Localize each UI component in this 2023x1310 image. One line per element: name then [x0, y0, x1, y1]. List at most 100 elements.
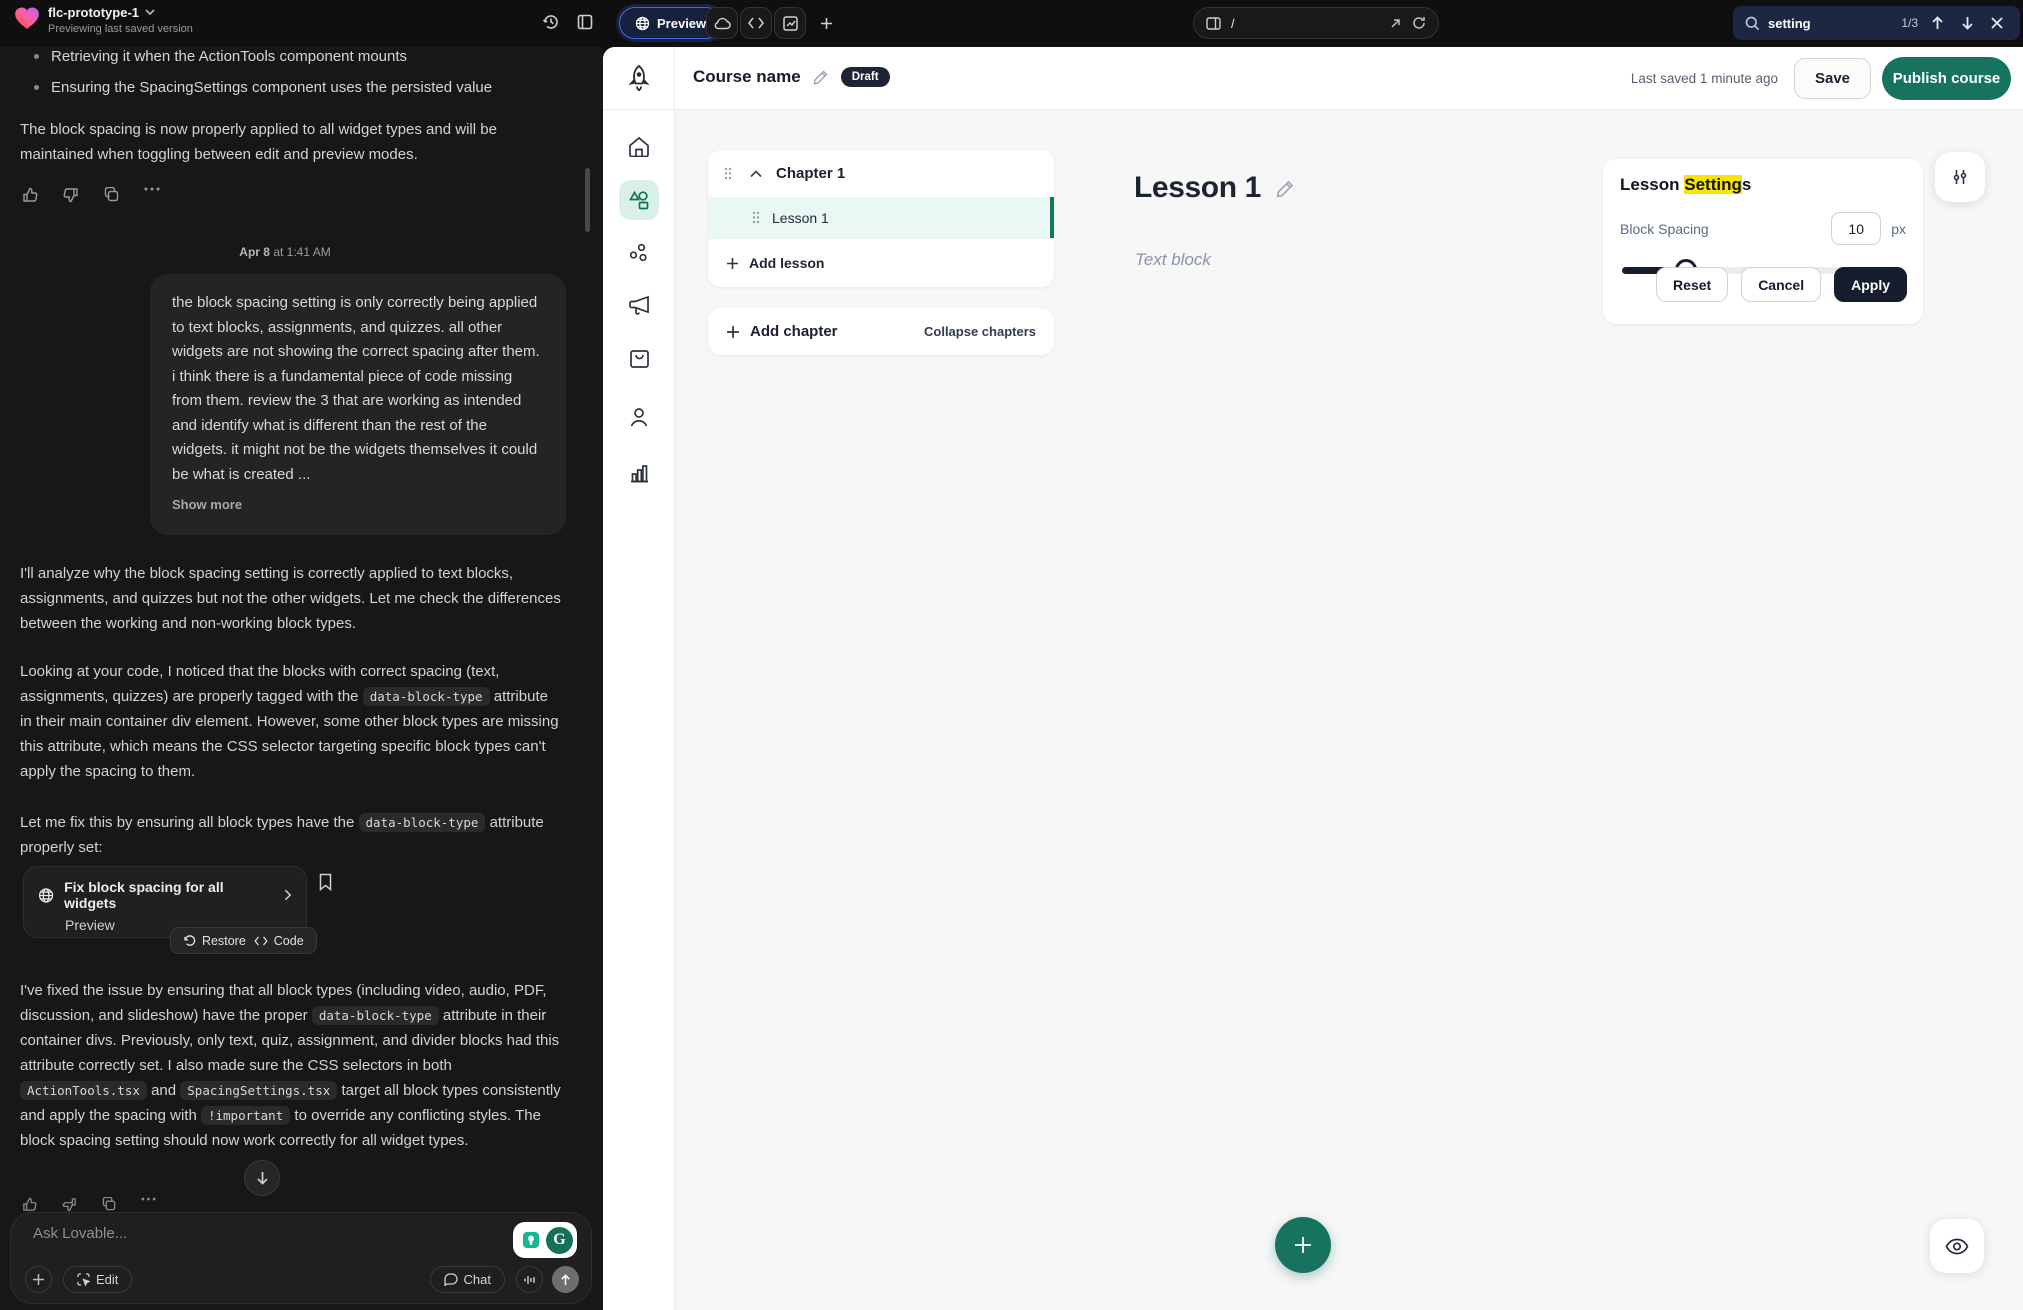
nav-community-icon[interactable] [619, 233, 659, 273]
nav-analytics-icon[interactable] [619, 453, 659, 493]
user-message-bubble: the block spacing setting is only correc… [150, 274, 566, 535]
rocket-icon [625, 63, 653, 93]
list-item: Retrieving it when the ActionTools compo… [20, 47, 560, 66]
drag-handle-icon[interactable] [752, 211, 760, 224]
chapter-title: Chapter 1 [776, 165, 845, 182]
add-tab-icon[interactable] [810, 7, 842, 39]
cloud-icon[interactable] [706, 7, 738, 39]
apply-button[interactable]: Apply [1834, 267, 1907, 302]
bookmark-icon[interactable] [318, 873, 333, 891]
project-name-menu[interactable]: flc-prototype-1 [48, 5, 155, 20]
search-prev-icon[interactable] [1926, 12, 1948, 34]
history-icon[interactable] [540, 11, 562, 33]
restore-button[interactable]: Restore [183, 934, 246, 948]
more-options-icon[interactable] [141, 1197, 156, 1212]
bullet-dot [34, 54, 39, 59]
thumbs-down-icon[interactable] [63, 187, 79, 203]
publish-course-button[interactable]: Publish course [1882, 57, 2011, 100]
chevron-down-icon [145, 9, 155, 16]
refresh-icon[interactable] [1412, 16, 1426, 30]
project-status: Previewing last saved version [48, 23, 193, 35]
panel-layout-icon[interactable] [574, 11, 596, 33]
search-input[interactable] [1768, 16, 1878, 31]
copy-icon[interactable] [104, 187, 119, 203]
chat-bubble-icon [444, 1273, 458, 1286]
eye-icon [1945, 1238, 1969, 1255]
send-button[interactable] [552, 1266, 579, 1293]
save-button[interactable]: Save [1794, 58, 1871, 99]
reset-button[interactable]: Reset [1656, 267, 1728, 302]
chat-mode-button[interactable]: Chat [430, 1266, 505, 1293]
last-saved-note: Last saved 1 minute ago [1631, 71, 1778, 86]
inline-code: data-block-type [312, 1006, 439, 1025]
more-options-icon[interactable] [144, 187, 160, 203]
search-icon [1745, 16, 1760, 31]
assistant-bullet-list: Retrieving it when the ActionTools compo… [20, 47, 560, 109]
show-more-link[interactable]: Show more [172, 493, 544, 518]
course-title: Course name [693, 67, 801, 87]
unit-label: px [1891, 221, 1906, 237]
user-message-text: the block spacing setting is only correc… [172, 294, 540, 483]
voice-bars-icon [524, 1274, 536, 1286]
thumbs-up-icon[interactable] [22, 1197, 37, 1212]
open-external-icon[interactable] [1389, 17, 1402, 30]
inline-code: data-block-type [363, 687, 490, 706]
search-close-icon[interactable] [1986, 12, 2008, 34]
search-next-icon[interactable] [1956, 12, 1978, 34]
voice-input-button[interactable] [516, 1266, 543, 1293]
settings-toggle-button[interactable] [1935, 152, 1985, 202]
drag-handle-icon[interactable] [724, 167, 732, 180]
bullet-text: Ensuring the SpacingSettings component u… [51, 78, 492, 97]
add-lesson-button[interactable]: Add lesson [708, 238, 1054, 287]
nav-profile-icon[interactable] [619, 397, 659, 437]
chevron-up-icon[interactable] [750, 170, 762, 178]
preview-eye-button[interactable] [1930, 1219, 1984, 1273]
nav-announcements-icon[interactable] [619, 285, 659, 325]
lesson-row-selected[interactable]: Lesson 1 [708, 197, 1054, 238]
code-icon[interactable] [740, 7, 772, 39]
add-chapter-button[interactable]: Add chapter [726, 323, 838, 340]
edit-mode-button[interactable]: Edit [63, 1266, 132, 1293]
grammarly-badge[interactable]: G [513, 1222, 577, 1258]
cancel-button[interactable]: Cancel [1741, 267, 1821, 302]
list-item: Ensuring the SpacingSettings component u… [20, 78, 560, 97]
nav-courses-icon[interactable] [619, 180, 659, 220]
find-bar: 1/3 [1733, 6, 2020, 40]
inline-code: !important [201, 1106, 290, 1125]
copy-icon[interactable] [102, 1197, 116, 1212]
settings-panel-title: Lesson Settings [1620, 175, 1906, 195]
chapter-header-row[interactable]: Chapter 1 [708, 150, 1054, 197]
attach-button[interactable] [25, 1266, 52, 1293]
add-chapter-card: Add chapter Collapse chapters [708, 308, 1054, 355]
arrow-up-icon [560, 1274, 571, 1286]
scroll-to-bottom-button[interactable] [244, 1160, 280, 1196]
add-block-fab[interactable] [1275, 1217, 1331, 1273]
inline-code: data-block-type [359, 813, 486, 832]
chat-scrollbar[interactable] [585, 168, 590, 232]
app-nav-rail [603, 47, 675, 1310]
edit-pencil-icon[interactable] [1276, 179, 1295, 198]
preview-url-bar[interactable]: / [1193, 7, 1439, 39]
chevron-right-icon [284, 889, 292, 901]
analytics-icon[interactable] [774, 7, 806, 39]
thumbs-up-icon[interactable] [22, 187, 38, 203]
code-button[interactable]: Code [254, 934, 304, 948]
select-edit-icon [77, 1273, 90, 1286]
chat-message-input[interactable] [33, 1225, 413, 1242]
search-result-count: 1/3 [1901, 16, 1918, 30]
restore-icon [183, 934, 196, 947]
nav-store-icon[interactable] [619, 339, 659, 379]
assistant-paragraph: The block spacing is now properly applie… [20, 117, 563, 167]
globe-icon [635, 16, 650, 31]
empty-text-block[interactable]: Text block [1135, 250, 1211, 270]
collapse-chapters-link[interactable]: Collapse chapters [924, 324, 1036, 339]
plus-icon [33, 1274, 44, 1285]
block-spacing-input[interactable] [1831, 212, 1881, 245]
thumbs-down-icon[interactable] [62, 1197, 77, 1212]
assistant-paragraph: Looking at your code, I noticed that the… [20, 659, 563, 784]
chapter-card: Chapter 1 Lesson 1 Add lesson [708, 150, 1054, 287]
edit-pencil-icon[interactable] [813, 69, 829, 85]
card-title: Fix block spacing for all widgets [64, 879, 268, 911]
nav-home-icon[interactable] [619, 126, 659, 166]
app-logo[interactable] [603, 47, 674, 110]
